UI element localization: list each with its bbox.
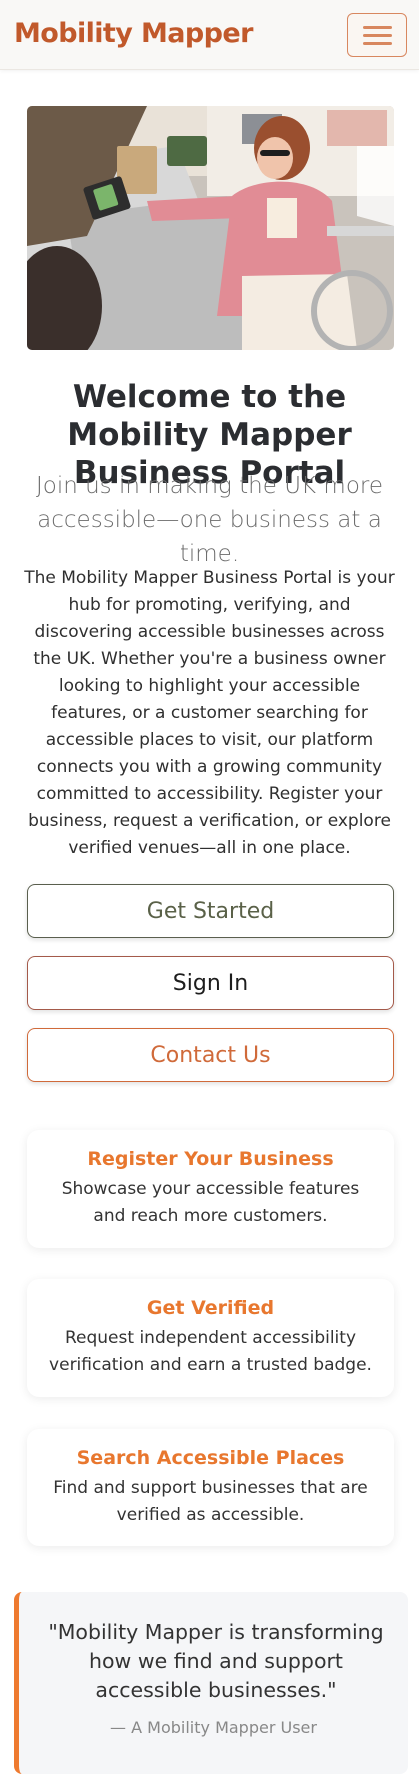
feature-card-search: Search Accessible Places Find and suppor… [27, 1429, 394, 1546]
contact-us-button[interactable]: Contact Us [27, 1028, 394, 1082]
testimonial-text: "Mobility Mapper is transforming how we … [48, 1620, 384, 1702]
sign-in-button[interactable]: Sign In [27, 956, 394, 1010]
testimonial-author: — A Mobility Mapper User [110, 1718, 317, 1737]
feature-card-verified: Get Verified Request independent accessi… [27, 1279, 394, 1397]
menu-toggle-button[interactable] [347, 13, 407, 57]
testimonial-quote: "Mobility Mapper is transforming how we … [14, 1592, 408, 1774]
get-started-button[interactable]: Get Started [27, 884, 394, 938]
intro-paragraph: The Mobility Mapper Business Portal is y… [24, 568, 395, 858]
brand-logo[interactable]: Mobility Mapper [14, 18, 253, 49]
hamburger-menu-icon [363, 26, 392, 29]
feature-card-text: Showcase your accessible features and re… [61, 1179, 360, 1226]
feature-card-title: Register Your Business [87, 1148, 334, 1170]
feature-card-text: Request independent accessibility verifi… [49, 1328, 372, 1375]
feature-card-text: Find and support businesses that are ver… [53, 1478, 368, 1525]
hero-image [27, 106, 394, 350]
page-subtitle: Join us in making the UK more accessible… [35, 473, 384, 567]
feature-card-title: Search Accessible Places [76, 1447, 345, 1469]
feature-card-title: Get Verified [146, 1297, 275, 1319]
feature-card-register: Register Your Business Showcase your acc… [27, 1130, 394, 1248]
navbar: Mobility Mapper [0, 0, 419, 70]
